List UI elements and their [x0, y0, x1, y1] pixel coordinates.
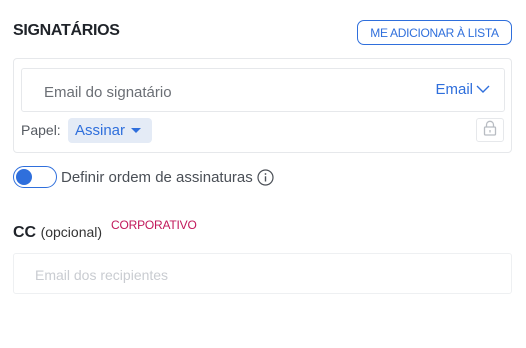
caret-down-icon	[131, 128, 142, 133]
cc-email-input[interactable]	[33, 264, 487, 286]
role-value: Assinar	[75, 122, 126, 139]
cc-label: CC	[13, 224, 37, 241]
role-select[interactable]: Assinar	[68, 118, 152, 143]
signer-email-input[interactable]	[42, 80, 416, 104]
info-icon[interactable]	[257, 168, 274, 186]
email-type-dropdown[interactable]: Email	[435, 81, 490, 98]
lock-icon	[483, 120, 497, 141]
cc-optional-label: (opcional)	[40, 224, 103, 240]
role-label: Papel:	[21, 122, 61, 138]
add-me-to-list-button[interactable]: ME ADICIONAR À LISTA	[357, 20, 512, 45]
toggle-knob	[16, 169, 32, 185]
cc-email-field	[13, 253, 512, 294]
chevron-down-icon	[476, 81, 490, 98]
signing-order-toggle[interactable]	[13, 166, 57, 188]
signing-order-row: Definir ordem de assinaturas	[13, 166, 274, 188]
signers-title: SIGNATÁRIOS	[13, 22, 120, 39]
signer-card: Email Papel: Assinar	[13, 58, 512, 153]
email-type-label: Email	[435, 81, 473, 98]
signer-email-field: Email	[21, 68, 505, 112]
signing-order-label: Definir ordem de assinaturas	[61, 168, 253, 186]
cc-title: CC (opcional)	[13, 224, 102, 242]
corporate-badge: CORPORATIVO	[111, 218, 197, 232]
lock-button[interactable]	[476, 118, 504, 142]
